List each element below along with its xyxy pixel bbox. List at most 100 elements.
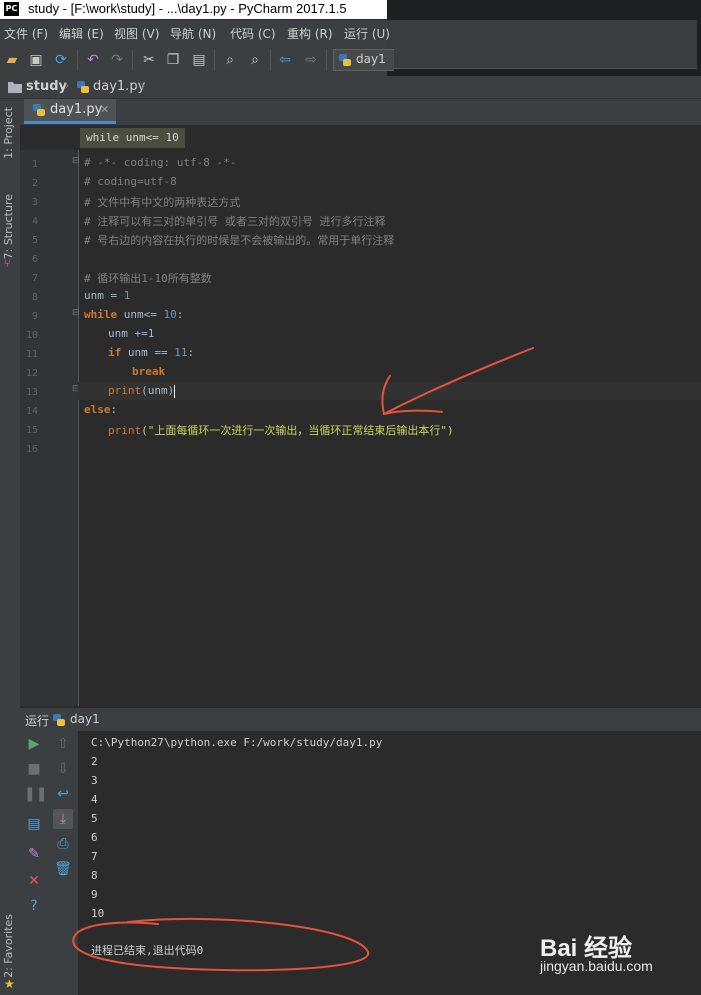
tab-label: day1.py bbox=[50, 102, 103, 117]
background-window-strip bbox=[387, 0, 701, 79]
replace-icon[interactable]: ⌕ bbox=[246, 51, 264, 69]
paste-icon[interactable]: ▤ bbox=[190, 51, 208, 69]
console-line: 8 bbox=[91, 869, 98, 882]
rerun-icon[interactable]: ▶ bbox=[24, 734, 44, 754]
structure-tool-tab[interactable]: 7: Structure bbox=[2, 194, 15, 259]
pycharm-logo-icon: PC bbox=[4, 2, 19, 16]
python-file-icon bbox=[53, 714, 65, 726]
python-file-icon bbox=[77, 81, 89, 93]
close-icon[interactable]: ✕ bbox=[100, 103, 109, 116]
annotation-arrow bbox=[381, 347, 534, 415]
line-number: 16 bbox=[25, 444, 38, 455]
code-line: else: bbox=[84, 403, 118, 416]
back-icon[interactable]: ⇦ bbox=[276, 51, 294, 69]
code-line: unm +=1 bbox=[108, 327, 155, 340]
soft-wrap-icon[interactable]: ↩ bbox=[53, 784, 73, 804]
line-number: 14 bbox=[25, 406, 38, 417]
menu-view[interactable]: 视图 (V) bbox=[114, 25, 159, 42]
breadcrumb: study › day1.py › bbox=[0, 76, 701, 99]
line-number: 12 bbox=[25, 368, 38, 379]
scroll-to-end-icon[interactable]: ⤓ bbox=[53, 809, 73, 829]
console-line: 7 bbox=[91, 850, 98, 863]
console-command: C:\Python27\python.exe F:/work/study/day… bbox=[91, 736, 383, 749]
console-line: 2 bbox=[91, 755, 98, 768]
redo-icon[interactable]: ↷ bbox=[108, 51, 126, 69]
pause-icon[interactable]: ❚❚ bbox=[24, 784, 47, 804]
fold-marker-icon[interactable]: ⊟ bbox=[72, 156, 80, 166]
arrow-down-icon[interactable]: ⇩ bbox=[53, 759, 73, 779]
favorites-tool-tab[interactable]: 2: Favorites bbox=[2, 914, 15, 978]
line-number: 1 bbox=[31, 159, 38, 170]
python-file-icon bbox=[33, 104, 45, 116]
project-tool-tab[interactable]: 1: Project bbox=[2, 107, 15, 159]
code-line: # 文件中有中文的两种表达方式 bbox=[84, 196, 241, 209]
console-line: 6 bbox=[91, 831, 98, 844]
code-line: if unm == 11: bbox=[108, 346, 195, 359]
annotation-ellipse bbox=[72, 917, 370, 972]
console-line: 9 bbox=[91, 888, 98, 901]
line-number: 4 bbox=[31, 216, 38, 227]
line-number: 13 bbox=[25, 387, 38, 398]
context-hint: while unm<= 10 bbox=[80, 128, 185, 148]
console-line: 3 bbox=[91, 774, 98, 787]
code-line: # -*- coding: utf-8 -*- bbox=[84, 156, 237, 169]
breadcrumb-file[interactable]: day1.py bbox=[93, 79, 145, 94]
run-config-name[interactable]: day1 bbox=[70, 712, 100, 726]
run-config-label: day1 bbox=[356, 52, 386, 66]
menu-navigate[interactable]: 导航 (N) bbox=[170, 25, 216, 42]
line-number: 5 bbox=[31, 235, 38, 246]
print-icon[interactable]: ⎙ bbox=[53, 834, 73, 854]
line-number: 10 bbox=[25, 330, 38, 341]
save-icon[interactable]: ▣ bbox=[27, 51, 45, 69]
run-panel-header: 运行 day1 bbox=[20, 707, 701, 732]
code-line: break bbox=[132, 365, 166, 378]
pin-icon[interactable]: ✎ bbox=[24, 844, 44, 864]
trash-icon[interactable]: 🗑 bbox=[53, 859, 73, 879]
menu-refactor[interactable]: 重构 (R) bbox=[287, 25, 333, 42]
breadcrumb-project[interactable]: study bbox=[26, 79, 67, 94]
menu-bar: 文件 (F) 编辑 (E) 视图 (V) 导航 (N) 代码 (C) 重构 (R… bbox=[0, 20, 390, 44]
close-icon[interactable]: ✕ bbox=[24, 871, 44, 891]
stop-icon[interactable]: ■ bbox=[24, 759, 44, 779]
toolbar: ▰ ▣ ⟳ ↶ ↷ ✂ ❐ ▤ ⌕ ⌕ ⇦ ⇨ day1 bbox=[0, 44, 394, 77]
line-number: 9 bbox=[31, 311, 38, 322]
cut-icon[interactable]: ✂ bbox=[140, 51, 158, 69]
star-icon: ★ bbox=[4, 977, 15, 991]
menu-run[interactable]: 运行 (U) bbox=[344, 25, 390, 42]
line-number: 8 bbox=[31, 292, 38, 303]
line-number: 2 bbox=[31, 178, 38, 189]
dump-threads-icon[interactable]: ▤ bbox=[24, 814, 44, 834]
console-line: 5 bbox=[91, 812, 98, 825]
menu-edit[interactable]: 编辑 (E) bbox=[59, 25, 104, 42]
line-number: 7 bbox=[31, 273, 38, 284]
code-line: # 注释可以有三对的单引号 或者三对的双引号 进行多行注释 bbox=[84, 215, 386, 228]
python-file-icon bbox=[339, 54, 351, 66]
run-config-selector[interactable]: day1 bbox=[333, 49, 394, 71]
sync-icon[interactable]: ⟳ bbox=[52, 51, 70, 69]
line-number: 3 bbox=[31, 197, 38, 208]
open-icon[interactable]: ▰ bbox=[3, 51, 21, 69]
code-line: while unm<= 10: bbox=[84, 308, 184, 321]
fold-marker-icon[interactable]: ⊟ bbox=[72, 308, 80, 318]
chevron-right-icon: › bbox=[140, 78, 146, 94]
left-tool-strip: 1: Project 7: Structure ⑂ 2: Favorites ★ bbox=[0, 99, 21, 995]
menu-code[interactable]: 代码 (C) bbox=[230, 25, 276, 42]
forward-icon[interactable]: ⇨ bbox=[302, 51, 320, 69]
menu-file[interactable]: 文件 (F) bbox=[4, 25, 48, 42]
copy-icon[interactable]: ❐ bbox=[164, 51, 182, 69]
arrow-up-icon[interactable]: ⇧ bbox=[53, 734, 73, 754]
watermark-url: jingyan.baidu.com bbox=[540, 958, 653, 974]
undo-icon[interactable]: ↶ bbox=[84, 51, 102, 69]
code-line: # 循环输出1-10所有整数 bbox=[84, 272, 212, 285]
editor-tab-bar: day1.py ✕ bbox=[20, 99, 701, 125]
run-toolbar: ▶ ■ ❚❚ ▤ ✎ ✕ ? bbox=[20, 731, 48, 995]
run-panel-title: 运行 bbox=[25, 714, 50, 728]
find-icon[interactable]: ⌕ bbox=[221, 51, 239, 69]
line-number-gutter: 1 2 3 4 5 6 7 8 9 10 11 12 13 14 15 16 ⊟… bbox=[20, 150, 80, 706]
folder-icon bbox=[8, 82, 22, 93]
window-title: study - [F:\work\study] - ...\day1.py - … bbox=[28, 1, 347, 16]
help-icon[interactable]: ? bbox=[24, 896, 44, 916]
baidu-jingyan-watermark: Bai 经验 jingyan.baidu.com bbox=[540, 920, 690, 980]
code-line: unm = 1 bbox=[84, 289, 131, 302]
tab-day1[interactable]: day1.py ✕ bbox=[24, 99, 116, 124]
